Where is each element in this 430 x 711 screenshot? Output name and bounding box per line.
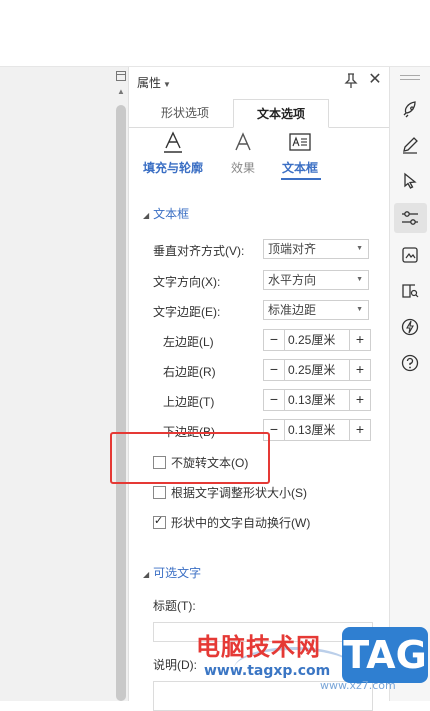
right-margin-label: 右边距(R): [163, 365, 216, 379]
watermark-url-secondary: www.xz7.com: [320, 679, 396, 692]
right-margin-value[interactable]: 0.25厘米: [288, 360, 335, 380]
watermark-tag-logo: TAG: [342, 627, 428, 683]
top-margin-label: 上边距(T): [163, 395, 215, 409]
vertical-align-label: 垂直对齐方式(V):: [153, 244, 245, 258]
active-subtab-indicator: [281, 178, 321, 180]
panel-title-menu[interactable]: 属性 ▼: [137, 74, 171, 91]
right-margin-stepper[interactable]: − 0.25厘米 +: [263, 359, 371, 381]
dropdown-arrow-icon: ▼: [356, 276, 363, 283]
watermark-site-name: 电脑技术网: [196, 633, 321, 661]
resize-shape-checkbox[interactable]: 根据文字调整形状大小(S): [153, 484, 307, 501]
subtab-effects[interactable]: 效果: [221, 131, 265, 176]
panel-toggle-icon[interactable]: [116, 71, 126, 81]
text-direction-select[interactable]: 水平方向 ▼: [263, 270, 369, 290]
dropdown-arrow-icon: ▼: [356, 245, 363, 252]
watermark: 电脑技术网 www.tagxp.com TAG www.xz7.com: [194, 627, 430, 701]
text-effect-icon: [235, 132, 251, 151]
decrement-button[interactable]: −: [264, 330, 285, 350]
right-toolbar: [389, 67, 430, 701]
toolbar-drag-handle: [400, 75, 420, 76]
left-margin-label: 左边距(L): [163, 335, 214, 349]
left-margin-value[interactable]: 0.25厘米: [288, 330, 335, 350]
highlight-box: [110, 432, 270, 484]
section-textbox-title: 文本框: [153, 207, 190, 221]
help-icon[interactable]: [400, 353, 420, 373]
close-icon[interactable]: ✕: [368, 72, 382, 88]
text-direction-label: 文字方向(X):: [153, 275, 221, 289]
subtab-textbox-label: 文本框: [281, 161, 318, 175]
increment-button[interactable]: +: [349, 360, 370, 380]
left-margin-stepper[interactable]: − 0.25厘米 +: [263, 329, 371, 351]
dropdown-arrow-icon: ▼: [356, 306, 363, 313]
section-alt-text-title: 可选文字: [153, 566, 202, 580]
scrollbar-thumb[interactable]: [116, 105, 126, 701]
tab-text-options[interactable]: 文本选项: [233, 99, 329, 128]
text-fill-icon: [164, 131, 182, 153]
collapse-triangle-icon: ◢: [143, 570, 150, 579]
book-search-icon[interactable]: [400, 281, 420, 301]
section-textbox-header[interactable]: ◢ 文本框: [143, 205, 189, 222]
resize-shape-label: 根据文字调整形状大小(S): [171, 486, 307, 500]
subtab-effects-label: 效果: [230, 161, 255, 175]
bottom-margin-value[interactable]: 0.13厘米: [288, 420, 335, 440]
panel-tabs: 形状选项 文本选项: [129, 99, 389, 128]
vertical-align-value: 顶端对齐: [268, 242, 317, 256]
document-canvas: [0, 67, 114, 701]
vertical-scrollbar[interactable]: ▲: [114, 67, 129, 701]
checkbox-box[interactable]: [153, 486, 166, 499]
image-tool-icon[interactable]: [400, 245, 420, 265]
cursor-icon[interactable]: [400, 171, 420, 191]
collapse-triangle-icon: ◢: [143, 211, 150, 220]
increment-button[interactable]: +: [349, 330, 370, 350]
settings-sliders-icon[interactable]: [400, 208, 420, 228]
lightning-icon[interactable]: [400, 317, 420, 337]
panel-title: 属性: [137, 76, 162, 90]
document-top-area: [0, 0, 430, 67]
section-alt-text-header[interactable]: ◢ 可选文字: [143, 564, 201, 581]
wrap-text-label: 形状中的文字自动换行(W): [171, 516, 311, 530]
text-margin-value: 标准边距: [268, 303, 317, 317]
properties-panel: 属性 ▼ ✕ 形状选项 文本选项 填充与轮廓 效果 文本框 ◢ 文本框 垂直对齐…: [129, 67, 389, 711]
scroll-up-arrow-icon[interactable]: ▲: [114, 87, 128, 96]
text-direction-value: 水平方向: [268, 273, 317, 287]
checkbox-box-checked[interactable]: [153, 514, 166, 529]
top-margin-value[interactable]: 0.13厘米: [288, 390, 335, 410]
vertical-align-select[interactable]: 顶端对齐 ▼: [263, 239, 369, 259]
toolbar-drag-handle-line: [400, 79, 420, 80]
text-margin-label: 文字边距(E):: [153, 305, 221, 319]
pen-icon[interactable]: [400, 135, 420, 155]
subtab-fill-outline-label: 填充与轮廓: [142, 161, 203, 175]
caret-down-icon: ▼: [163, 80, 171, 89]
decrement-button[interactable]: −: [264, 360, 285, 380]
text-option-subtabs: 填充与轮廓 效果 文本框: [129, 131, 389, 181]
alt-desc-label: 说明(D):: [153, 658, 197, 672]
decrement-button[interactable]: −: [264, 390, 285, 410]
increment-button[interactable]: +: [349, 420, 370, 440]
textbox-icon: [289, 133, 311, 151]
increment-button[interactable]: +: [349, 390, 370, 410]
wrap-text-checkbox[interactable]: 形状中的文字自动换行(W): [153, 514, 310, 531]
subtab-textbox[interactable]: 文本框: [275, 131, 325, 176]
watermark-url: www.tagxp.com: [204, 663, 331, 679]
pin-icon[interactable]: [344, 73, 358, 89]
tab-shape-options[interactable]: 形状选项: [137, 99, 233, 127]
alt-title-label: 标题(T):: [153, 599, 196, 613]
text-margin-select[interactable]: 标准边距 ▼: [263, 300, 369, 320]
rocket-icon[interactable]: [400, 99, 420, 119]
bottom-margin-stepper[interactable]: − 0.13厘米 +: [263, 419, 371, 441]
subtab-fill-outline[interactable]: 填充与轮廓: [135, 131, 211, 176]
top-margin-stepper[interactable]: − 0.13厘米 +: [263, 389, 371, 411]
